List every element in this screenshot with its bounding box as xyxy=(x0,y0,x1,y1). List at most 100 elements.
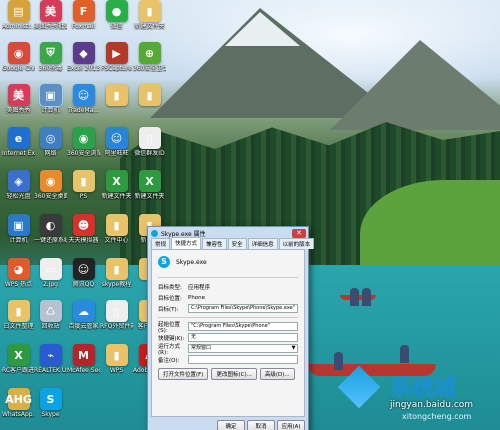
desktop-icon[interactable]: ▶ FSCapture xyxy=(100,42,133,72)
desktop-icon[interactable]: ▮ WPS xyxy=(100,344,133,374)
desktop-icon-label: Internet Explorer xyxy=(2,150,35,157)
cancel-button[interactable]: 取消 xyxy=(247,420,275,430)
desktop-icon[interactable]: ☺ TradeMa... xyxy=(67,84,100,114)
start-in-field[interactable]: "C:\Program Files\Skype\Phone" xyxy=(188,322,298,331)
app-icon: ▮ xyxy=(138,0,161,22)
open-location-button[interactable]: 打开文件位置(F) xyxy=(158,368,209,380)
app-icon: ▮ xyxy=(7,300,30,322)
app-icon: ◈ xyxy=(7,170,30,192)
divider xyxy=(158,277,298,278)
desktop-icon[interactable]: ▮ 新建文件夹 xyxy=(133,0,166,30)
app-icon: ▮ xyxy=(105,258,128,280)
app-icon: 美 xyxy=(7,84,30,106)
app-icon: ▭ xyxy=(39,258,62,280)
app-name: Skype.exe xyxy=(176,258,207,266)
tab-2[interactable]: 兼容性 xyxy=(202,238,227,249)
desktop-icon[interactable]: S Skype xyxy=(34,388,67,418)
desktop-icon-label: Foxmail xyxy=(71,23,96,30)
desktop-icon[interactable]: ⊕ 360安全卫士 xyxy=(133,42,166,72)
change-icon-button[interactable]: 更改图标(C)... xyxy=(211,368,257,380)
desktop-icon-label: Skype xyxy=(41,411,60,418)
hotkey-label: 快捷键(K): xyxy=(158,335,185,342)
desktop-icon-label: 阿里旺旺 xyxy=(104,150,129,157)
desktop-icon[interactable]: ▯RFQ外贸件箱.txt xyxy=(100,300,133,330)
desktop-icon[interactable]: MMcAfee Security... xyxy=(67,344,100,374)
desktop-icon[interactable]: ◉360安全浏览器 xyxy=(67,127,100,157)
desktop-icon[interactable]: ▮ xyxy=(100,84,133,107)
desktop-icon[interactable]: ▤ Administr... xyxy=(2,0,35,30)
desktop-icon[interactable]: ☻ 天天模拟器 xyxy=(67,214,100,244)
desktop-icon[interactable]: ● 微信 xyxy=(100,0,133,30)
desktop-icon-label: 360杀毒 xyxy=(38,65,63,72)
desktop-icon[interactable]: F Foxmail xyxy=(67,0,100,30)
close-button[interactable]: ✕ xyxy=(292,228,306,238)
comment-field[interactable] xyxy=(188,355,298,364)
run-select[interactable]: 常规窗口 ▼ xyxy=(188,344,298,353)
desktop-icon[interactable]: ⌁REALTEK USB Wir... xyxy=(34,344,67,374)
desktop-icon[interactable]: ▭ 2.jpg xyxy=(34,258,67,288)
desktop-icon[interactable]: ◉Google Chrome xyxy=(2,42,35,72)
desktop-icon[interactable]: X 新建文件夹 xyxy=(100,170,133,200)
desktop-icon[interactable]: ☺ 阿里旺旺 xyxy=(100,127,133,157)
app-icon: F xyxy=(72,0,95,22)
desktop-icon[interactable]: eInternet Explorer xyxy=(2,127,35,157)
desktop-icon[interactable]: XRC客户跟进.xlsx xyxy=(2,344,35,374)
desktop-icon[interactable]: ▣ 计算机 xyxy=(34,83,67,114)
apply-button[interactable]: 应用(A) xyxy=(277,420,305,430)
desktop-icon-label: 一键还原系统 xyxy=(34,237,67,244)
desktop-icon[interactable]: ▮ xyxy=(133,84,166,107)
app-icon: ☺ xyxy=(72,258,95,280)
desktop-icon[interactable]: ◉ 360安全桌面 xyxy=(34,170,67,200)
desktop-icon[interactable]: ▯ 微信群发ID xyxy=(133,127,166,157)
desktop-icon[interactable]: ♺ 回收站 xyxy=(34,300,67,330)
app-icon: ● xyxy=(105,0,128,22)
desktop-icon-label: WhatsApp... xyxy=(2,411,35,418)
desktop-icon-label: WPS xyxy=(109,367,124,374)
desktop-icon[interactable]: ▮ skype教程 xyxy=(100,258,133,288)
desktop-icon-label: Administr... xyxy=(2,23,35,30)
target-label: 目标(T): xyxy=(158,306,179,313)
desktop-icon[interactable]: ▣ 计算机 xyxy=(2,214,35,244)
desktop-icon[interactable]: ▮ 日文件整理 xyxy=(2,300,35,330)
desktop-icon-label: 新建文件夹 xyxy=(134,23,165,30)
desktop-icon[interactable]: ▮ 文件中心 xyxy=(100,214,133,244)
app-icon: ◉ xyxy=(72,127,95,149)
tab-3[interactable]: 安全 xyxy=(227,238,247,249)
desktop-icon-label: PS xyxy=(79,193,88,200)
desktop-icon[interactable]: ☁ 百度云管家 xyxy=(67,300,100,330)
desktop-icon-label: 新建文件夹 xyxy=(101,193,132,200)
desktop-icon-label: Excel 2013 xyxy=(67,65,100,72)
desktop-icon[interactable]: ◆ Excel 2013 xyxy=(67,42,100,72)
desktop-icon-label: 百度云管家 xyxy=(68,323,99,330)
properties-window[interactable]: Skype.exe 属性 ✕ 常规 快捷方式 兼容性 安全 详细信息 以前的版本 S Sk… xyxy=(147,226,315,430)
desktop-icon-label: 计算机 xyxy=(9,237,28,244)
app-icon: ▣ xyxy=(7,214,30,236)
desktop-icon[interactable]: ◐ 一键还原系统 xyxy=(34,214,67,244)
desktop-icon[interactable]: 美美图秀秀 xyxy=(2,84,35,114)
paddler xyxy=(362,288,371,306)
tab-4[interactable]: 详细信息 xyxy=(247,238,278,249)
ok-button[interactable]: 确定 xyxy=(217,420,245,430)
app-icon: S xyxy=(39,388,62,410)
app-icon: ▮ xyxy=(72,170,95,192)
tab-1[interactable]: 快捷方式 xyxy=(171,237,202,249)
desktop-icon[interactable]: ⛨ 360杀毒 xyxy=(34,42,67,72)
advanced-button[interactable]: 高级(D)... xyxy=(259,368,295,380)
desktop-icon[interactable]: 美美图秀秀批处理 xyxy=(34,0,67,30)
app-icon: ▯ xyxy=(105,300,128,322)
desktop-icon-label: 360安全桌面 xyxy=(34,193,67,200)
paddler xyxy=(334,352,343,370)
desktop-icon[interactable]: ▮ PS xyxy=(67,170,100,200)
target-field[interactable]: C:\Program Files\Skype\Phone\Skype.exe" xyxy=(188,304,298,313)
desktop-icon[interactable]: ☺ 腾讯QQ xyxy=(67,258,100,288)
tab-0[interactable]: 常规 xyxy=(151,238,171,249)
desktop-icon[interactable]: AHG WhatsApp... xyxy=(2,388,35,418)
target-type-value: 应用程序 xyxy=(188,284,211,291)
desktop-icon[interactable]: ◎ 网络 xyxy=(34,127,67,157)
hotkey-field[interactable]: 无 xyxy=(188,333,298,342)
tab-5[interactable]: 以前的版本 xyxy=(278,238,315,249)
desktop-icon[interactable]: X 新建文件夹 xyxy=(133,170,166,200)
desktop-icon[interactable]: ◕ WPS 热点 xyxy=(2,258,35,288)
app-icon: ▮ xyxy=(138,84,161,106)
desktop-icon[interactable]: ◈ 轻松光盘 xyxy=(2,170,35,200)
